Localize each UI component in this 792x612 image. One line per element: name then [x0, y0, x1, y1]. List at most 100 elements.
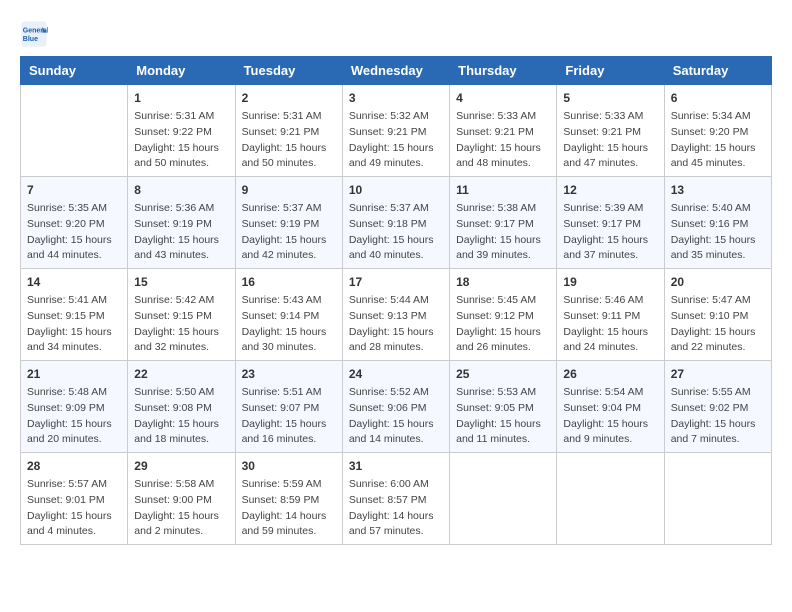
- day-info-text: and 35 minutes.: [671, 248, 765, 264]
- day-info-text: and 43 minutes.: [134, 248, 228, 264]
- day-info-text: Daylight: 15 hours: [349, 141, 443, 157]
- day-info-text: Sunset: 9:17 PM: [456, 217, 550, 233]
- day-info-text: Sunset: 9:10 PM: [671, 309, 765, 325]
- day-number: 23: [242, 365, 336, 383]
- day-info-text: Sunrise: 5:31 AM: [242, 109, 336, 125]
- day-info-text: and 50 minutes.: [134, 156, 228, 172]
- day-info-text: Daylight: 15 hours: [134, 141, 228, 157]
- calendar-cell: 2Sunrise: 5:31 AMSunset: 9:21 PMDaylight…: [235, 85, 342, 177]
- day-number: 6: [671, 89, 765, 107]
- day-number: 24: [349, 365, 443, 383]
- calendar-cell: 8Sunrise: 5:36 AMSunset: 9:19 PMDaylight…: [128, 177, 235, 269]
- calendar-cell: 7Sunrise: 5:35 AMSunset: 9:20 PMDaylight…: [21, 177, 128, 269]
- day-info-text: Daylight: 15 hours: [134, 233, 228, 249]
- day-info-text: Sunrise: 5:36 AM: [134, 201, 228, 217]
- day-number: 2: [242, 89, 336, 107]
- day-info-text: Daylight: 15 hours: [27, 233, 121, 249]
- day-info-text: Sunset: 8:59 PM: [242, 493, 336, 509]
- day-info-text: and 42 minutes.: [242, 248, 336, 264]
- day-info-text: Daylight: 15 hours: [349, 325, 443, 341]
- day-number: 18: [456, 273, 550, 291]
- day-info-text: Sunrise: 5:35 AM: [27, 201, 121, 217]
- day-info-text: Sunset: 9:18 PM: [349, 217, 443, 233]
- day-info-text: Sunset: 9:19 PM: [242, 217, 336, 233]
- calendar-table: SundayMondayTuesdayWednesdayThursdayFrid…: [20, 56, 772, 545]
- calendar-cell: 28Sunrise: 5:57 AMSunset: 9:01 PMDayligh…: [21, 453, 128, 545]
- calendar-cell: 6Sunrise: 5:34 AMSunset: 9:20 PMDaylight…: [664, 85, 771, 177]
- calendar-cell: 30Sunrise: 5:59 AMSunset: 8:59 PMDayligh…: [235, 453, 342, 545]
- day-info-text: Sunrise: 5:38 AM: [456, 201, 550, 217]
- day-info-text: and 16 minutes.: [242, 432, 336, 448]
- day-info-text: and 45 minutes.: [671, 156, 765, 172]
- day-info-text: Sunset: 9:15 PM: [134, 309, 228, 325]
- day-info-text: Daylight: 15 hours: [349, 233, 443, 249]
- calendar-cell: 24Sunrise: 5:52 AMSunset: 9:06 PMDayligh…: [342, 361, 449, 453]
- day-number: 26: [563, 365, 657, 383]
- weekday-header-thursday: Thursday: [450, 57, 557, 85]
- day-info-text: Daylight: 15 hours: [349, 417, 443, 433]
- day-info-text: and 32 minutes.: [134, 340, 228, 356]
- day-info-text: Daylight: 15 hours: [456, 417, 550, 433]
- day-info-text: Daylight: 15 hours: [671, 233, 765, 249]
- day-number: 15: [134, 273, 228, 291]
- calendar-cell: 29Sunrise: 5:58 AMSunset: 9:00 PMDayligh…: [128, 453, 235, 545]
- day-info-text: Daylight: 15 hours: [563, 325, 657, 341]
- day-info-text: Daylight: 15 hours: [456, 325, 550, 341]
- day-info-text: Sunset: 9:01 PM: [27, 493, 121, 509]
- day-number: 11: [456, 181, 550, 199]
- day-info-text: Daylight: 14 hours: [349, 509, 443, 525]
- day-info-text: and 22 minutes.: [671, 340, 765, 356]
- day-info-text: Daylight: 15 hours: [242, 325, 336, 341]
- day-number: 30: [242, 457, 336, 475]
- calendar-cell: 16Sunrise: 5:43 AMSunset: 9:14 PMDayligh…: [235, 269, 342, 361]
- day-info-text: Sunset: 9:17 PM: [563, 217, 657, 233]
- day-info-text: Sunrise: 5:41 AM: [27, 293, 121, 309]
- day-info-text: Sunrise: 5:45 AM: [456, 293, 550, 309]
- day-info-text: Sunrise: 5:47 AM: [671, 293, 765, 309]
- calendar-cell: 13Sunrise: 5:40 AMSunset: 9:16 PMDayligh…: [664, 177, 771, 269]
- day-info-text: Sunset: 9:08 PM: [134, 401, 228, 417]
- svg-text:Blue: Blue: [23, 36, 38, 43]
- day-number: 14: [27, 273, 121, 291]
- day-info-text: and 7 minutes.: [671, 432, 765, 448]
- day-info-text: Sunset: 9:21 PM: [456, 125, 550, 141]
- day-info-text: and 39 minutes.: [456, 248, 550, 264]
- day-number: 3: [349, 89, 443, 107]
- day-number: 5: [563, 89, 657, 107]
- calendar-cell: 15Sunrise: 5:42 AMSunset: 9:15 PMDayligh…: [128, 269, 235, 361]
- day-info-text: and 24 minutes.: [563, 340, 657, 356]
- day-info-text: and 48 minutes.: [456, 156, 550, 172]
- day-info-text: Sunset: 9:11 PM: [563, 309, 657, 325]
- day-info-text: and 34 minutes.: [27, 340, 121, 356]
- day-info-text: and 40 minutes.: [349, 248, 443, 264]
- day-info-text: Sunrise: 5:59 AM: [242, 477, 336, 493]
- day-info-text: Sunrise: 5:33 AM: [456, 109, 550, 125]
- calendar-cell: 19Sunrise: 5:46 AMSunset: 9:11 PMDayligh…: [557, 269, 664, 361]
- day-info-text: Sunset: 9:21 PM: [349, 125, 443, 141]
- day-info-text: Sunrise: 5:52 AM: [349, 385, 443, 401]
- weekday-header-tuesday: Tuesday: [235, 57, 342, 85]
- day-number: 21: [27, 365, 121, 383]
- logo-icon: General Blue: [20, 20, 48, 48]
- day-number: 19: [563, 273, 657, 291]
- calendar-cell: 17Sunrise: 5:44 AMSunset: 9:13 PMDayligh…: [342, 269, 449, 361]
- calendar-cell: 4Sunrise: 5:33 AMSunset: 9:21 PMDaylight…: [450, 85, 557, 177]
- day-info-text: Sunset: 9:02 PM: [671, 401, 765, 417]
- calendar-cell: 20Sunrise: 5:47 AMSunset: 9:10 PMDayligh…: [664, 269, 771, 361]
- calendar-cell: [557, 453, 664, 545]
- week-row-2: 7Sunrise: 5:35 AMSunset: 9:20 PMDaylight…: [21, 177, 772, 269]
- day-info-text: and 4 minutes.: [27, 524, 121, 540]
- day-info-text: Sunrise: 5:48 AM: [27, 385, 121, 401]
- calendar-cell: 5Sunrise: 5:33 AMSunset: 9:21 PMDaylight…: [557, 85, 664, 177]
- day-info-text: and 9 minutes.: [563, 432, 657, 448]
- day-info-text: Sunset: 9:09 PM: [27, 401, 121, 417]
- day-info-text: and 57 minutes.: [349, 524, 443, 540]
- day-number: 16: [242, 273, 336, 291]
- day-info-text: Daylight: 15 hours: [27, 325, 121, 341]
- day-info-text: Sunset: 9:21 PM: [242, 125, 336, 141]
- calendar-cell: 25Sunrise: 5:53 AMSunset: 9:05 PMDayligh…: [450, 361, 557, 453]
- day-info-text: Daylight: 15 hours: [563, 141, 657, 157]
- week-row-3: 14Sunrise: 5:41 AMSunset: 9:15 PMDayligh…: [21, 269, 772, 361]
- day-info-text: and 50 minutes.: [242, 156, 336, 172]
- day-info-text: Sunset: 9:15 PM: [27, 309, 121, 325]
